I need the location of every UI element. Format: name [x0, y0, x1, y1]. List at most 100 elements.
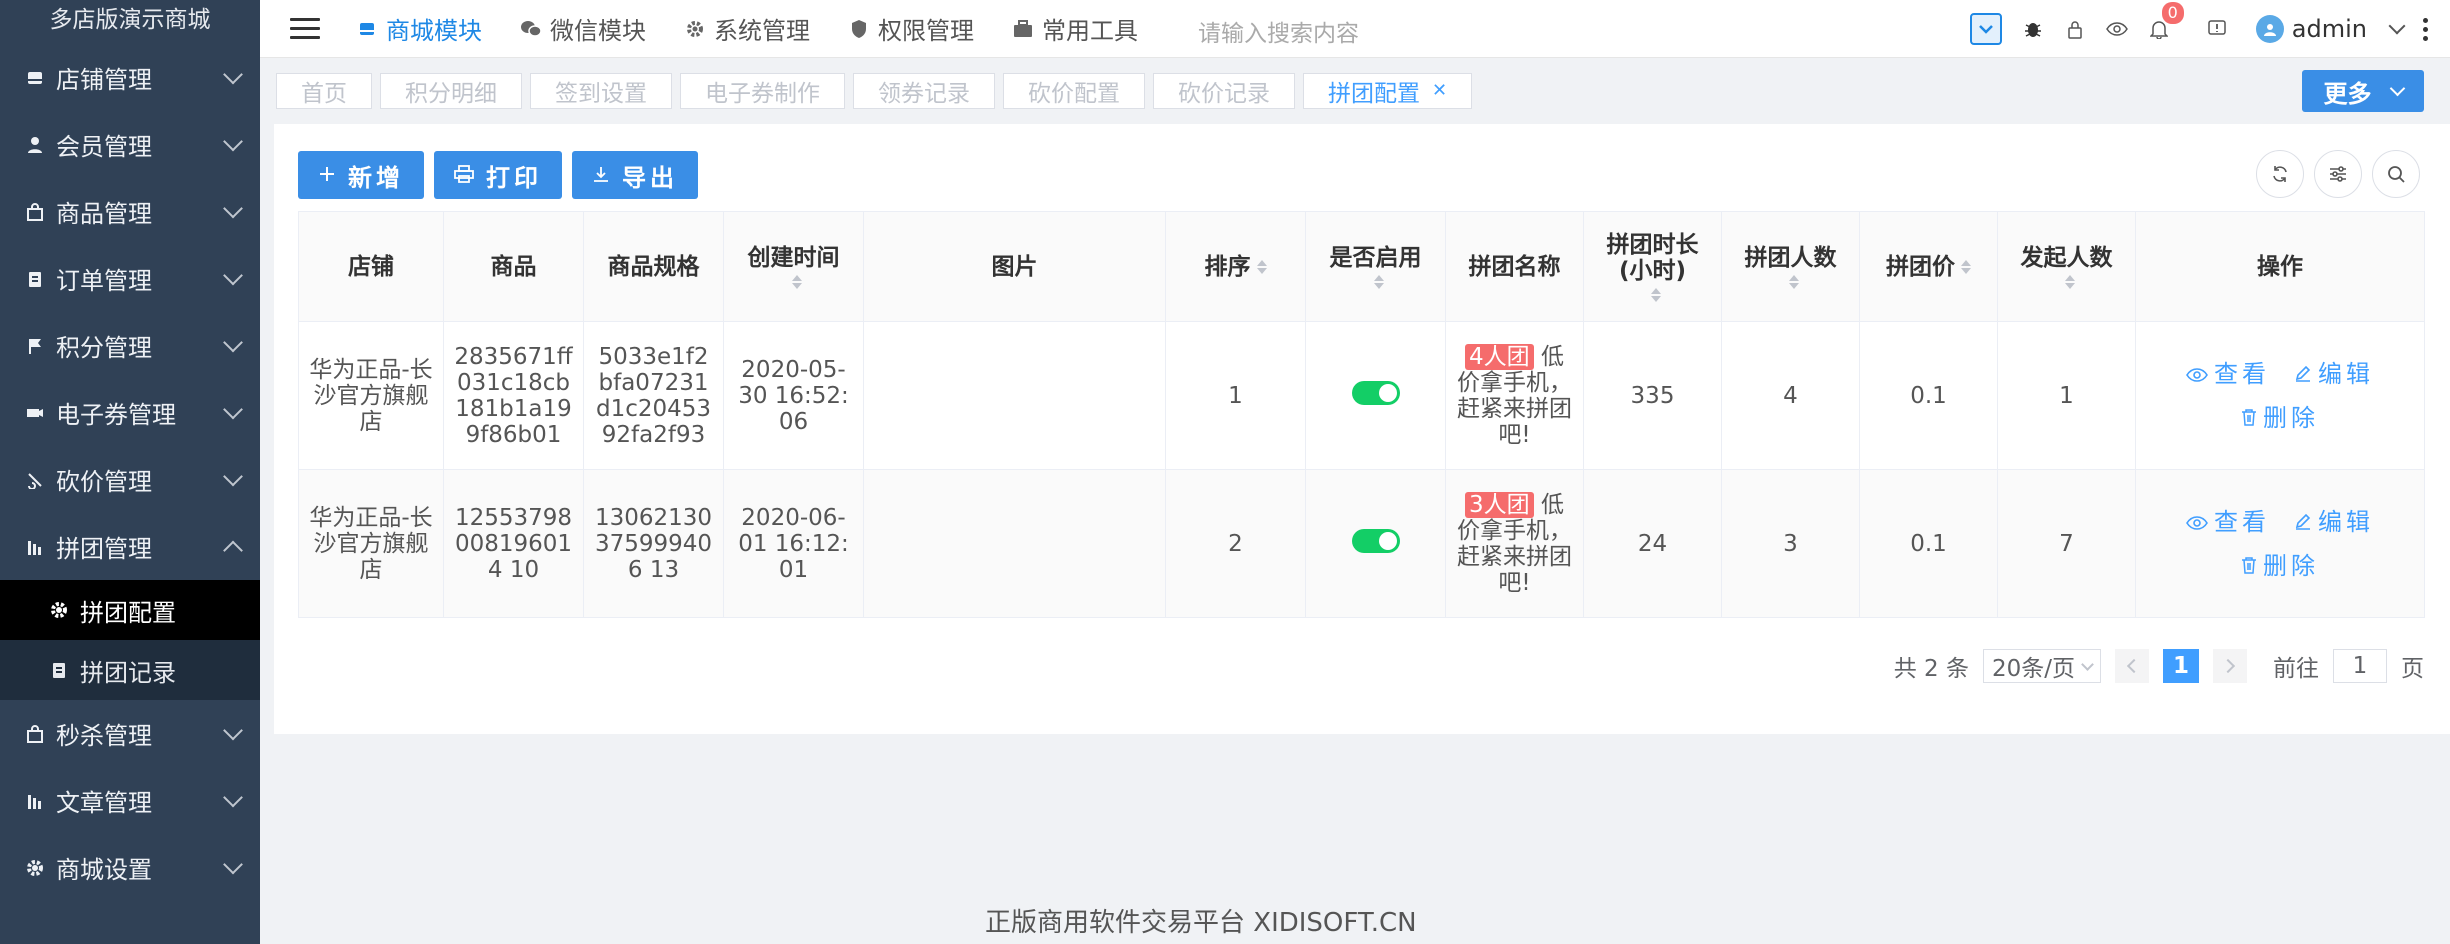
delete-label: 删除 — [2263, 551, 2319, 580]
sidebar-item-label: 会员管理 — [56, 133, 152, 161]
col-header-sortable[interactable]: 发起人数 — [1997, 211, 2136, 322]
col-header-sortable[interactable]: 拼团价 — [1859, 211, 1998, 322]
tab-signin-settings[interactable]: 签到设置 — [530, 72, 672, 109]
sidebar-item-settings[interactable]: 商城设置 — [0, 834, 260, 901]
tab-coupon-make[interactable]: 电子券制作 — [680, 72, 845, 109]
sort-icon[interactable] — [791, 274, 802, 289]
sidebar-subitem-group-config[interactable]: 拼团配置 — [0, 580, 260, 640]
next-page-button[interactable] — [2213, 649, 2247, 683]
tab-group-config[interactable]: 拼团配置 ✕ — [1303, 72, 1473, 109]
message-icon[interactable] — [2196, 8, 2238, 50]
tab-home[interactable]: 首页 — [276, 72, 372, 109]
user-menu[interactable]: admin — [2255, 15, 2367, 43]
sidebar-item-coupon[interactable]: 电子券管理 — [0, 379, 260, 446]
close-icon[interactable]: ✕ — [1432, 80, 1447, 101]
sidebar-item-bargain[interactable]: 砍价管理 — [0, 446, 260, 513]
checkbox-icon[interactable] — [1969, 13, 2002, 45]
sidebar-item-label: 订单管理 — [56, 267, 152, 295]
sidebar-item-order[interactable]: 订单管理 — [0, 245, 260, 312]
menu-toggle-icon[interactable] — [290, 18, 320, 39]
top-header: 商城模块 微信模块 系统管理 权限管理 常用工具 0 admin — [260, 0, 2450, 58]
sidebar-item-member[interactable]: 会员管理 — [0, 111, 260, 178]
search-input[interactable] — [1198, 8, 1498, 49]
settings-sliders-icon[interactable] — [2314, 150, 2362, 198]
sidebar-item-seckill[interactable]: 秒杀管理 — [0, 700, 260, 767]
view-button[interactable]: 查看 — [2186, 361, 2270, 387]
col-header-sortable[interactable]: 拼团人数 — [1721, 211, 1860, 322]
nav-tools[interactable]: 常用工具 — [1012, 11, 1138, 46]
sidebar-item-label: 积分管理 — [56, 334, 152, 362]
export-button[interactable]: 导出 — [572, 151, 698, 199]
sidebar-item-label: 商品管理 — [56, 200, 152, 228]
print-button[interactable]: 打印 — [434, 151, 562, 199]
gear-icon — [24, 857, 46, 879]
sidebar-item-label: 电子券管理 — [56, 401, 176, 429]
chevron-up-icon — [223, 540, 243, 560]
nav-system[interactable]: 系统管理 — [684, 11, 810, 46]
sidebar-item-points[interactable]: 积分管理 — [0, 312, 260, 379]
content-panel: 新增 打印 导出 店铺 商品 商品规格 创建时间 图片 排序 是否启用 拼团名称… — [274, 124, 2450, 734]
lock-icon[interactable] — [2054, 8, 2096, 50]
col-header-sortable[interactable]: 排序 — [1165, 211, 1306, 322]
chevron-down-icon[interactable] — [2388, 17, 2406, 35]
cell-image — [863, 321, 1166, 470]
col-header-sortable[interactable]: 拼团时长(小时) — [1583, 211, 1722, 322]
col-header-label: 拼团人数 — [1744, 244, 1837, 271]
cell-price: 0.1 — [1859, 321, 1998, 470]
add-button[interactable]: 新增 — [298, 151, 424, 199]
sidebar-item-article[interactable]: 文章管理 — [0, 767, 260, 834]
bag-icon — [24, 723, 46, 745]
cell-sort: 1 — [1165, 321, 1306, 470]
plus-icon — [318, 161, 336, 189]
edit-button[interactable]: 编辑 — [2294, 361, 2374, 387]
sidebar-subitem-group-record[interactable]: 拼团记录 — [0, 640, 260, 700]
col-header-sortable[interactable]: 创建时间 — [723, 211, 864, 322]
page-size-select[interactable]: 20条/页 — [1983, 649, 2101, 683]
tab-coupon-records[interactable]: 领券记录 — [853, 72, 995, 109]
bug-icon[interactable] — [2012, 8, 2054, 50]
clipboard-icon — [48, 659, 70, 681]
sidebar-item-goods[interactable]: 商品管理 — [0, 178, 260, 245]
cell-actions: 查看 编辑 删除 — [2135, 469, 2425, 618]
sidebar-item-group[interactable]: 拼团管理 — [0, 513, 260, 580]
sort-icon[interactable] — [1256, 260, 1267, 274]
more-vertical-icon[interactable] — [2423, 17, 2428, 41]
nav-label: 微信模块 — [550, 17, 646, 45]
edit-button[interactable]: 编辑 — [2294, 509, 2374, 535]
table-row: 华为正品-长沙官方旗舰店 2835671ff031c18cb181b1a199f… — [298, 321, 2425, 470]
sidebar-item-store[interactable]: 店铺管理 — [0, 44, 260, 111]
sort-icon[interactable] — [1650, 287, 1661, 302]
tab-bargain-records[interactable]: 砍价记录 — [1153, 72, 1295, 109]
bell-icon[interactable]: 0 — [2138, 2, 2184, 50]
more-button[interactable]: 更多 — [2302, 70, 2424, 112]
goto-page-input[interactable] — [2333, 649, 2387, 683]
prev-page-button[interactable] — [2115, 649, 2149, 683]
sort-icon[interactable] — [1961, 260, 1971, 274]
enabled-toggle[interactable] — [1351, 528, 1400, 553]
nav-mall-module[interactable]: 商城模块 — [356, 11, 482, 46]
eye-icon[interactable] — [2096, 8, 2138, 50]
col-header-label: 创建时间 — [747, 244, 840, 271]
tab-points-detail[interactable]: 积分明细 — [380, 72, 522, 109]
page-number-current[interactable]: 1 — [2163, 649, 2199, 683]
pencil-icon — [2294, 361, 2312, 387]
nav-wechat-module[interactable]: 微信模块 — [520, 11, 646, 46]
tab-bargain-config[interactable]: 砍价配置 — [1003, 72, 1145, 109]
col-header-label: 是否启用 — [1329, 244, 1422, 271]
sort-icon[interactable] — [1788, 274, 1799, 289]
search-icon[interactable] — [2372, 150, 2420, 198]
delete-button[interactable]: 删除 — [2241, 553, 2319, 579]
delete-button[interactable]: 删除 — [2241, 405, 2319, 431]
sort-icon[interactable] — [2064, 274, 2075, 289]
notification-badge: 0 — [2161, 2, 2184, 24]
add-label: 新增 — [348, 163, 404, 192]
col-header-sortable[interactable]: 是否启用 — [1305, 211, 1446, 322]
edit-label: 编辑 — [2318, 359, 2374, 388]
enabled-toggle[interactable] — [1351, 380, 1400, 405]
view-button[interactable]: 查看 — [2186, 509, 2270, 535]
submenu-group: 拼团配置 拼团记录 — [0, 580, 260, 700]
nav-permission[interactable]: 权限管理 — [848, 11, 974, 46]
refresh-icon[interactable] — [2256, 150, 2304, 198]
sort-icon[interactable] — [1373, 274, 1384, 289]
download-icon — [592, 161, 610, 189]
